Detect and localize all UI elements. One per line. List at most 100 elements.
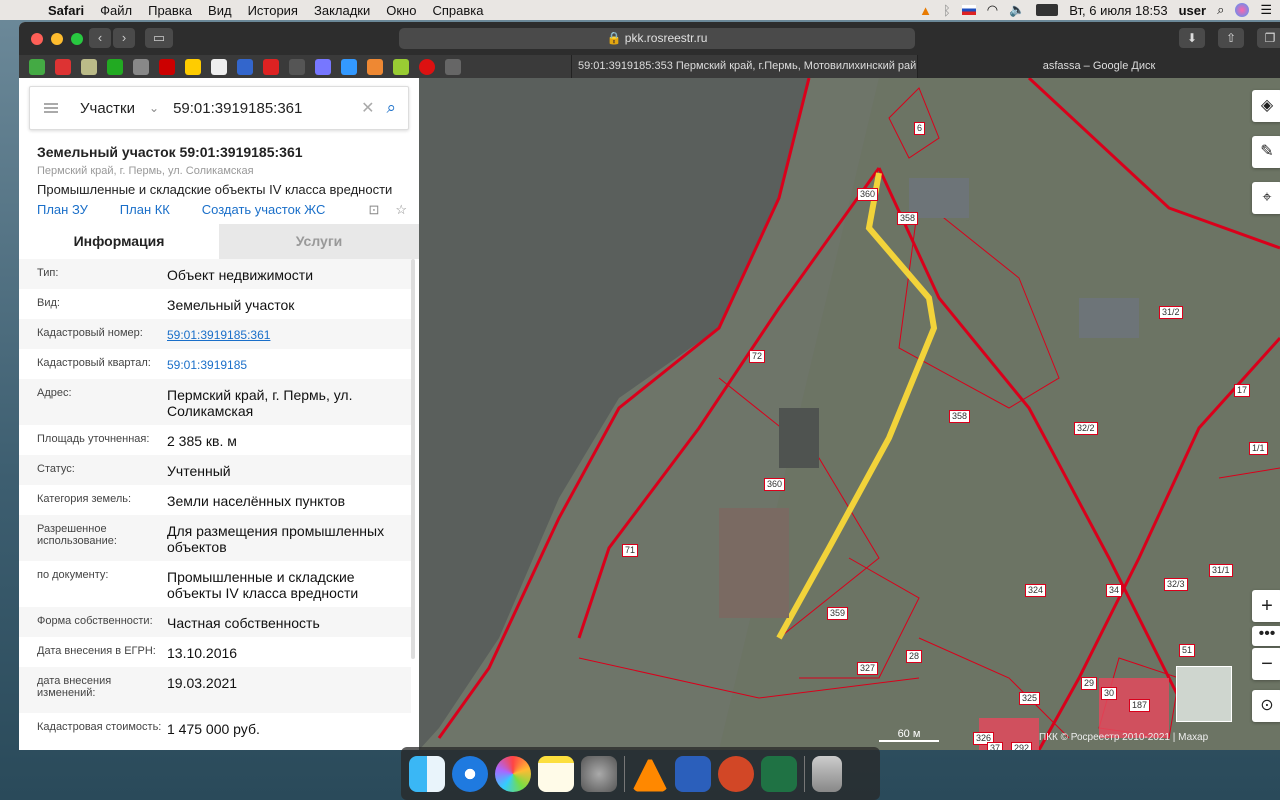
parcel-label[interactable]: 327 — [857, 662, 879, 675]
fav-icon-17[interactable] — [445, 58, 461, 75]
notes-icon[interactable] — [538, 755, 574, 792]
locate-button[interactable]: ⌖ — [1252, 182, 1280, 214]
parcel-label[interactable]: 6 — [914, 122, 926, 135]
compass-button[interactable]: ⊙ — [1252, 690, 1280, 722]
spotlight-icon[interactable]: ⌕ — [1217, 2, 1224, 18]
system-preferences-icon[interactable] — [581, 755, 617, 792]
fav-icon-10[interactable] — [263, 58, 279, 75]
menu-bookmarks[interactable]: Закладки — [314, 3, 370, 18]
menu-edit[interactable]: Правка — [148, 3, 192, 18]
address-bar[interactable]: 🔒 pkk.rosreestr.ru — [399, 28, 915, 49]
parcel-label[interactable]: 358 — [897, 212, 919, 225]
share-icon[interactable]: ⇧ — [1218, 28, 1244, 48]
clear-icon[interactable]: ✕ — [361, 98, 374, 118]
fav-icon-12[interactable] — [315, 58, 331, 75]
excel-icon[interactable] — [761, 755, 797, 792]
photos-icon[interactable] — [495, 755, 531, 792]
parcel-label[interactable]: 31/1 — [1209, 564, 1233, 577]
zoom-out-button[interactable]: − — [1252, 648, 1280, 680]
siri-icon[interactable] — [1235, 3, 1250, 17]
minimap[interactable] — [1176, 666, 1232, 722]
wifi-icon[interactable]: ◠ — [987, 2, 998, 18]
fav-icon-7[interactable] — [185, 58, 201, 75]
parcel-label[interactable]: 72 — [749, 350, 766, 363]
info-value[interactable]: 59:01:3919185:361 — [167, 327, 407, 349]
zoom-in-button[interactable]: + — [1252, 590, 1280, 622]
search-icon[interactable]: ⌕ — [386, 98, 396, 118]
fav-icon-2[interactable] — [55, 58, 71, 75]
parcel-label[interactable]: 29 — [1081, 677, 1098, 690]
info-value[interactable]: 59:01:3919185 — [167, 357, 407, 379]
close-button[interactable] — [31, 33, 43, 45]
forward-button[interactable]: › — [113, 28, 135, 48]
parcel-label[interactable]: 17 — [1234, 384, 1251, 397]
vlc-status-icon[interactable]: ▲ — [919, 3, 932, 18]
ruler-button[interactable]: ✎ — [1252, 136, 1280, 168]
search-mode-select[interactable]: Участки — [80, 100, 135, 117]
menu-history[interactable]: История — [248, 3, 298, 18]
flag-icon[interactable] — [961, 5, 976, 15]
finder-icon[interactable] — [409, 755, 445, 792]
tabs-icon[interactable]: ❐ — [1257, 28, 1280, 48]
parcel-label[interactable]: 359 — [827, 607, 849, 620]
tab-info[interactable]: Информация — [19, 224, 219, 259]
powerpoint-icon[interactable] — [718, 755, 754, 792]
parcel-label[interactable]: 71 — [622, 544, 639, 557]
parcel-label[interactable]: 1/1 — [1249, 442, 1268, 455]
fav-icon-1[interactable] — [29, 58, 45, 75]
fav-icon-9[interactable] — [237, 58, 253, 75]
fav-icon-3[interactable] — [81, 58, 97, 75]
parcel-label[interactable]: 51 — [1179, 644, 1196, 657]
parcel-label[interactable]: 30 — [1101, 687, 1118, 700]
menu-help[interactable]: Справка — [432, 3, 483, 18]
user-name[interactable]: user — [1179, 3, 1206, 18]
parcel-label[interactable]: 34 — [1106, 584, 1123, 597]
fav-icon-11[interactable] — [289, 58, 305, 75]
layers-button[interactable]: ◈ — [1252, 90, 1280, 122]
trash-icon[interactable] — [812, 755, 842, 792]
menu-file[interactable]: Файл — [100, 3, 132, 18]
menu-view[interactable]: Вид — [208, 3, 232, 18]
parcel-label[interactable]: 360 — [764, 478, 786, 491]
search-bar[interactable]: Участки ⌄ 59:01:3919185:361 ✕ ⌕ — [29, 86, 409, 130]
safari-icon[interactable] — [452, 755, 488, 792]
battery-icon[interactable] — [1036, 4, 1059, 16]
fav-icon-4[interactable] — [107, 58, 123, 75]
panel-scrollbar[interactable] — [411, 259, 415, 659]
back-button[interactable]: ‹ — [89, 28, 111, 48]
zoom-button[interactable] — [71, 33, 83, 45]
parcel-label[interactable]: 32/2 — [1074, 422, 1098, 435]
fav-icon-14[interactable] — [367, 58, 383, 75]
parcel-label[interactable]: 360 — [857, 188, 879, 201]
minimize-button[interactable] — [51, 33, 63, 45]
tab-google-drive[interactable]: asfassa – Google Диск — [917, 55, 1280, 78]
chevron-down-icon[interactable]: ⌄ — [149, 101, 159, 115]
parcel-label[interactable]: 28 — [906, 650, 923, 663]
fav-icon-6[interactable] — [159, 58, 175, 75]
notification-center-icon[interactable]: ☰ — [1260, 2, 1272, 18]
parcel-label[interactable]: 31/2 — [1159, 306, 1183, 319]
more-button[interactable]: ••• — [1252, 626, 1280, 646]
parcel-label[interactable]: 324 — [1025, 584, 1047, 597]
fav-icon-15[interactable] — [393, 58, 409, 75]
parcel-label[interactable]: 187 — [1129, 699, 1151, 712]
sidebar-icon[interactable]: ▭ — [145, 28, 173, 48]
fav-icon-13[interactable] — [341, 58, 357, 75]
menu-app[interactable]: Safari — [48, 3, 84, 18]
parcel-label[interactable]: 358 — [949, 410, 971, 423]
parcel-label[interactable]: 32/3 — [1164, 578, 1188, 591]
parcel-label[interactable]: 292 — [1011, 742, 1033, 750]
fav-icon-5[interactable] — [133, 58, 149, 75]
word-icon[interactable] — [675, 755, 711, 792]
volume-icon[interactable]: 🔈 — [1009, 2, 1025, 18]
download-icon[interactable]: ⬇ — [1179, 28, 1205, 48]
parcel-label[interactable]: 325 — [1019, 692, 1041, 705]
fav-icon-8[interactable] — [211, 58, 227, 75]
fav-icon-16[interactable] — [419, 58, 435, 75]
menu-window[interactable]: Окно — [386, 3, 416, 18]
vlc-icon[interactable] — [632, 755, 668, 792]
bluetooth-icon[interactable]: ᛒ — [943, 3, 951, 18]
search-input[interactable]: 59:01:3919185:361 — [173, 100, 361, 117]
clock[interactable]: Вт, 6 июля 18:53 — [1069, 3, 1167, 18]
parcel-label[interactable]: 37 — [987, 742, 1004, 750]
